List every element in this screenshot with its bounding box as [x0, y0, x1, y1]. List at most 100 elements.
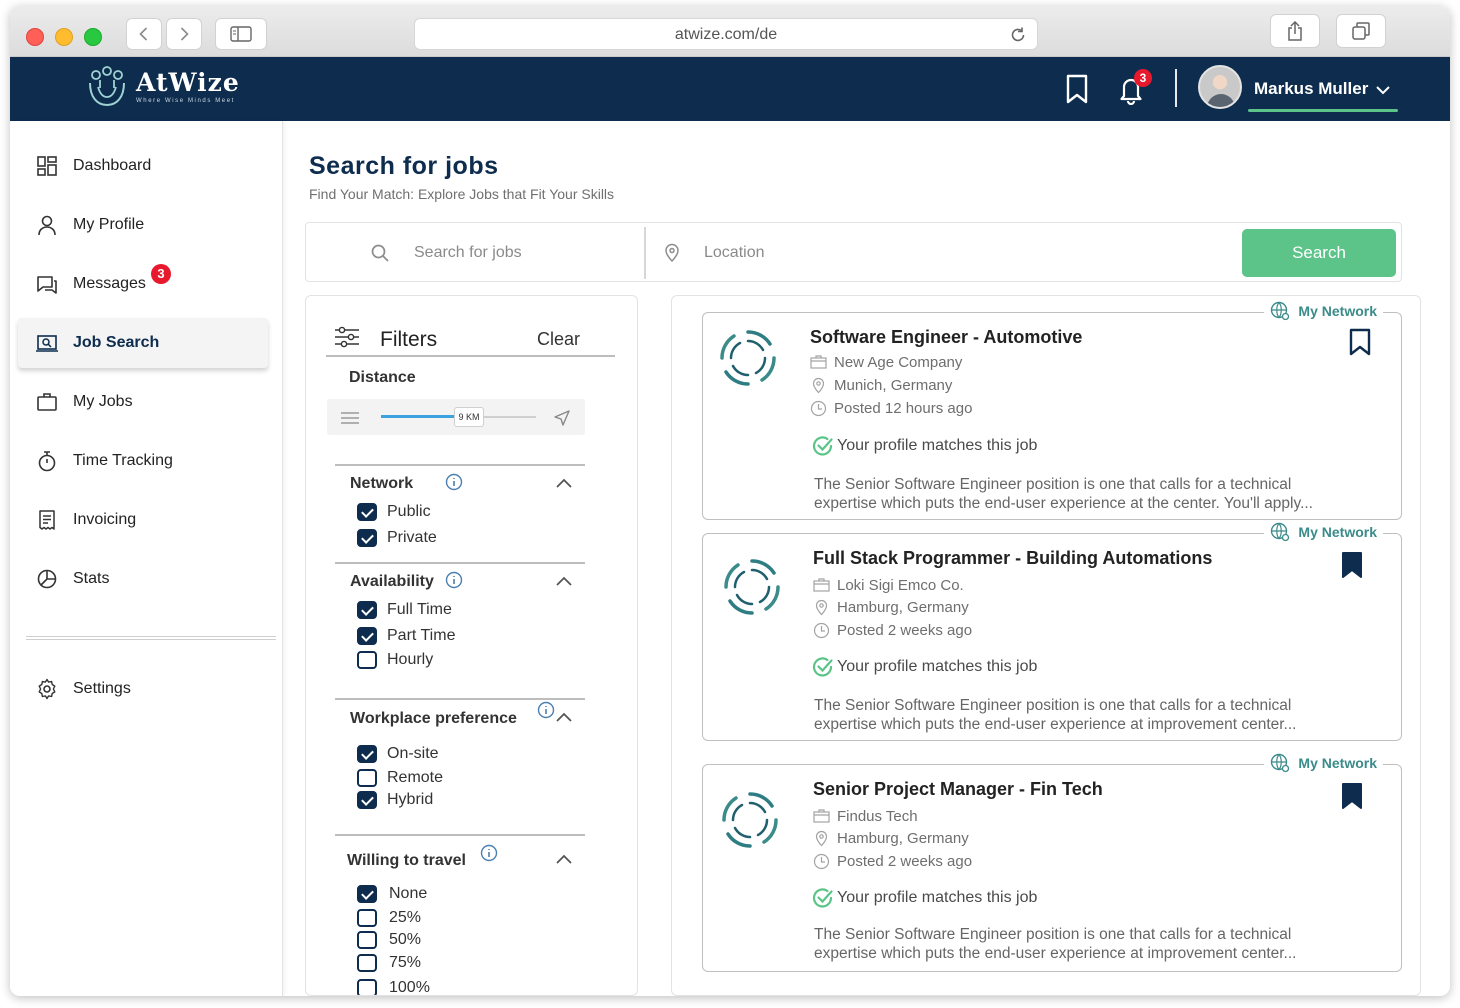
window-zoom-button[interactable] — [84, 28, 102, 46]
sidebar-item-label: Dashboard — [73, 157, 152, 174]
travel-option-label: None — [389, 885, 428, 902]
window-minimize-button[interactable] — [55, 28, 73, 46]
availability-part-time-checkbox[interactable] — [357, 627, 377, 645]
clear-filters-button[interactable]: Clear — [537, 329, 580, 350]
filter-section-divider — [335, 562, 585, 564]
job-location: Hamburg, Germany — [813, 599, 969, 616]
company-name-text: Findus Tech — [837, 808, 918, 825]
chevron-up-icon[interactable] — [554, 572, 574, 592]
info-icon[interactable] — [537, 701, 555, 719]
check-circle-icon — [812, 657, 833, 677]
address-bar[interactable]: atwize.com/de — [414, 18, 1038, 50]
info-icon[interactable] — [445, 571, 463, 589]
info-icon[interactable] — [445, 473, 463, 491]
job-card[interactable]: My Network Full Stack Programmer - Build… — [702, 522, 1402, 741]
network-tag-label: My Network — [1298, 303, 1377, 319]
job-keyword-input[interactable] — [414, 237, 634, 269]
network-public-checkbox[interactable] — [357, 503, 377, 521]
sidebar-item-job-search[interactable]: Job Search — [18, 318, 268, 368]
network-private-checkbox[interactable] — [357, 529, 377, 547]
availability-option-label: Full Time — [387, 601, 452, 618]
filters-title: Filters — [380, 328, 438, 351]
sidebar-item-time-tracking[interactable]: Time Tracking — [18, 436, 268, 486]
workplace-remote-checkbox[interactable] — [357, 769, 377, 787]
job-search-bar: Search — [305, 222, 1402, 282]
header-divider — [1175, 69, 1177, 107]
sidebar-item-dashboard[interactable]: Dashboard — [18, 141, 268, 191]
search-button[interactable]: Search — [1242, 229, 1396, 277]
job-results-list: My Network Software Engineer - Automotiv… — [671, 295, 1421, 996]
location-input[interactable] — [704, 237, 1224, 269]
window-close-button[interactable] — [26, 28, 44, 46]
bookmark-filled-icon[interactable] — [1339, 781, 1365, 811]
page-title: Search for jobs — [309, 152, 499, 180]
availability-option-label: Part Time — [387, 627, 456, 644]
sidebar-item-messages[interactable]: Messages 3 — [18, 259, 268, 309]
job-title[interactable]: Senior Project Manager - Fin Tech — [813, 779, 1103, 800]
globe-network-icon — [1271, 301, 1290, 321]
filter-section-divider — [335, 464, 585, 466]
slider-handle[interactable]: 9 KM — [454, 407, 484, 427]
job-card[interactable]: My Network Senior Project Manager - Fin … — [702, 753, 1402, 972]
sidebar-item-my-profile[interactable]: My Profile — [18, 200, 268, 250]
workplace-on-site-checkbox[interactable] — [357, 745, 377, 763]
network-option-label: Public — [387, 503, 431, 520]
workplace-option-label: On-site — [387, 745, 439, 762]
invoice-icon — [39, 510, 55, 530]
job-posted-time: Posted 12 hours ago — [810, 400, 972, 417]
distance-slider[interactable]: 9 KM — [327, 399, 585, 435]
workplace-hybrid-checkbox[interactable] — [357, 791, 377, 809]
browser-tabs-button[interactable] — [1336, 14, 1386, 48]
pie-chart-icon — [37, 569, 57, 589]
browser-share-button[interactable] — [1270, 14, 1320, 48]
bookmark-filled-icon[interactable] — [1339, 550, 1365, 580]
sidebar-item-stats[interactable]: Stats — [18, 554, 268, 604]
travel-75-checkbox[interactable] — [357, 954, 377, 972]
job-title[interactable]: Full Stack Programmer - Building Automat… — [813, 548, 1212, 569]
chevron-up-icon[interactable] — [554, 474, 574, 494]
user-name[interactable]: Markus Muller — [1254, 79, 1368, 99]
job-description-line: The Senior Software Engineer position is… — [814, 476, 1292, 493]
browser-forward-button[interactable] — [166, 18, 202, 50]
availability-hourly-checkbox[interactable] — [357, 651, 377, 669]
job-title[interactable]: Software Engineer - Automotive — [810, 327, 1082, 348]
job-posted-time: Posted 2 weeks ago — [813, 622, 972, 639]
filters-panel: Filters Clear Distance 9 KM Network Publ… — [305, 295, 638, 996]
sidebar-item-my-jobs[interactable]: My Jobs — [18, 377, 268, 427]
availability-option-label: Hourly — [387, 651, 434, 668]
globe-network-icon — [1271, 753, 1290, 773]
travel-none-checkbox[interactable] — [357, 885, 377, 903]
sidebar-item-label: Messages — [73, 275, 146, 292]
travel-50-checkbox[interactable] — [357, 931, 377, 949]
user-avatar[interactable] — [1198, 65, 1242, 109]
saved-jobs-bookmark-icon[interactable] — [1062, 73, 1092, 105]
travel-25-checkbox[interactable] — [357, 909, 377, 927]
browser-sidebar-button[interactable] — [215, 18, 267, 50]
clock-icon — [813, 622, 830, 639]
sidebar-item-settings[interactable]: Settings — [18, 664, 268, 714]
workplace-option-label: Remote — [387, 769, 444, 786]
chevron-down-icon[interactable] — [1374, 81, 1392, 99]
network-tag: My Network — [1264, 753, 1383, 773]
job-description: The Senior Software Engineer position is… — [814, 925, 1384, 963]
company-name-text: Loki Sigi Emco Co. — [837, 577, 964, 594]
atwize-logo[interactable]: AtWize Where Wise Minds Meet — [86, 65, 240, 109]
messages-icon — [37, 276, 57, 294]
sidebar-divider — [26, 636, 276, 640]
chevron-up-icon[interactable] — [554, 708, 574, 728]
chevron-up-icon[interactable] — [554, 850, 574, 870]
availability-full-time-checkbox[interactable] — [357, 601, 377, 619]
job-card[interactable]: My Network Software Engineer - Automotiv… — [702, 301, 1402, 520]
sidebar-item-invoicing[interactable]: Invoicing — [18, 495, 268, 545]
reload-icon[interactable] — [1009, 26, 1027, 44]
navigation-arrow-icon[interactable] — [553, 409, 571, 427]
sidebar-item-label: Invoicing — [73, 511, 137, 528]
job-description: The Senior Software Engineer position is… — [814, 696, 1384, 734]
info-icon[interactable] — [480, 844, 498, 862]
bookmark-outline-icon[interactable] — [1347, 327, 1373, 357]
logo-people-icon — [89, 66, 125, 107]
network-tag-label: My Network — [1298, 524, 1377, 540]
travel-100-checkbox[interactable] — [357, 979, 377, 995]
browser-back-button[interactable] — [126, 18, 162, 50]
network-tag: My Network — [1264, 522, 1383, 542]
